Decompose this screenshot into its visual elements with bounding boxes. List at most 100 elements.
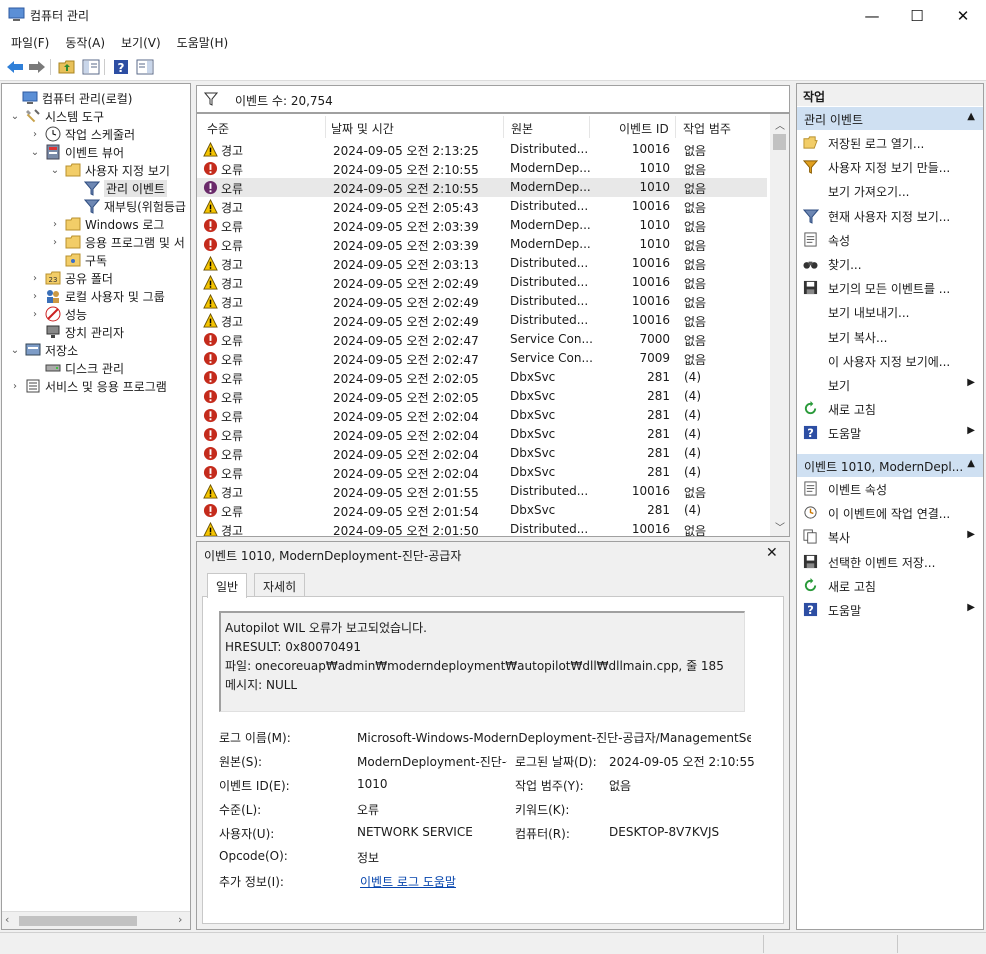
menu-help[interactable]: 도움말(H) [169,31,237,53]
event-row[interactable]: 오류 2024-09-05 오전 2:02:05 DbxSvc (4) 281 [197,387,767,406]
list-vertical-scrollbar[interactable]: ︿ ﹀ [770,114,789,536]
scrollbar-thumb[interactable] [19,916,137,926]
column-separator[interactable] [503,116,504,138]
scroll-up-icon[interactable]: ︿ [775,117,785,132]
column-header-task-category[interactable]: 작업 범주 [683,120,731,137]
collapse-icon[interactable]: ▲ [967,458,975,469]
event-row[interactable]: 경고 2024-09-05 오전 2:05:43 Distributed... 없음 1… [197,197,767,216]
action-item[interactable]: ? 도움말 ▶ [797,422,983,444]
event-row[interactable]: 경고 2024-09-05 오전 2:01:50 Distributed... 없음 1… [197,520,767,536]
tree-item[interactable]: ⌄ 저장소 [9,341,78,359]
maximize-button[interactable]: ☐ [894,0,940,31]
source-value[interactable]: ModernDeployment-진단-공 [357,753,507,770]
actions-section-event[interactable]: 이벤트 1010, ModernDepl... ▲ [797,454,983,477]
tree-item[interactable]: › 23 공유 폴더 [29,269,113,287]
logged-value[interactable]: 2024-09-05 오전 2:10:55 [609,753,755,770]
action-item[interactable]: 보기 ▶ [797,374,983,396]
back-icon[interactable] [5,57,25,77]
task-category-value[interactable]: 없음 [609,777,631,794]
tab-general[interactable]: 일반 [207,573,248,598]
event-row[interactable]: 경고 2024-09-05 오전 2:02:49 Distributed... 없음 1… [197,292,767,311]
level-value[interactable]: 오류 [357,801,379,818]
up-folder-icon[interactable] [57,57,77,77]
event-row[interactable]: 경고 2024-09-05 오전 2:03:13 Distributed... 없음 1… [197,254,767,273]
action-item[interactable]: 보기 내보내기... [797,301,983,323]
log-name-value[interactable]: Microsoft-Windows-ModernDeployment-진단-공급… [357,729,751,746]
forward-icon[interactable] [27,57,47,77]
action-item[interactable]: 사용자 지정 보기 만들... [797,156,983,178]
tab-details[interactable]: 자세히 [254,573,306,597]
show-hide-tree-icon[interactable] [81,57,101,77]
user-value[interactable]: NETWORK SERVICE [357,825,473,839]
action-item[interactable]: 보기의 모든 이벤트를 ... [797,277,983,299]
tree-item[interactable]: 구독 [49,251,107,269]
action-item[interactable]: 보기 가져오기... [797,180,983,202]
expand-chevron-icon[interactable]: › [9,381,21,392]
expand-chevron-icon[interactable]: › [49,219,61,230]
tree-item[interactable]: ⌄ 시스템 도구 [9,107,104,125]
minimize-button[interactable]: — [849,0,895,31]
column-header-event-id[interactable]: 이벤트 ID [619,120,669,137]
event-row[interactable]: 오류 2024-09-05 오전 2:10:55 ModernDep... 없음 101… [197,178,767,197]
tree-item[interactable]: 관리 이벤트 [68,179,168,197]
action-item[interactable]: 복사 ▶ [797,526,983,548]
show-hide-action-pane-icon[interactable] [135,57,155,77]
action-item[interactable]: 이 이벤트에 작업 연결... [797,502,983,524]
collapse-chevron-icon[interactable]: ⌄ [49,165,61,176]
tree-item[interactable]: 디스크 관리 [29,359,124,377]
expand-chevron-icon[interactable]: › [29,129,41,140]
collapse-chevron-icon[interactable]: ⌄ [9,111,21,122]
tree-item[interactable]: › 로컬 사용자 및 그룹 [29,287,165,305]
event-row[interactable]: 오류 2024-09-05 오전 2:02:47 Service Con... 없음 7… [197,330,767,349]
tree-item[interactable]: ⌄ 사용자 지정 보기 [49,161,170,179]
tree-item[interactable]: 장치 관리자 [29,323,124,341]
scroll-left-icon[interactable]: ‹ [5,913,9,926]
event-row[interactable]: 오류 2024-09-05 오전 2:01:54 DbxSvc (4) 281 [197,501,767,520]
navigation-tree[interactable]: 컴퓨터 관리(로컬) ⌄ 시스템 도구 › 작업 스케줄러 ⌄ 이벤트 뷰어 ⌄ 사용자 지정 … [1,83,191,930]
menu-view[interactable]: 보기(V) [113,31,169,53]
collapse-chevron-icon[interactable]: ⌄ [29,147,41,158]
event-row[interactable]: 오류 2024-09-05 오전 2:03:39 ModernDep... 없음 101… [197,216,767,235]
event-log-help-link[interactable]: 이벤트 로그 도움말 [360,873,456,890]
menu-file[interactable]: 파일(F) [0,31,57,53]
event-row[interactable]: 경고 2024-09-05 오전 2:01:55 Distributed... 없음 1… [197,482,767,501]
event-description[interactable]: Autopilot WIL 오류가 보고되었습니다. HRESULT: 0x80… [219,611,745,712]
tree-item[interactable]: › 작업 스케줄러 [29,125,135,143]
event-row[interactable]: 경고 2024-09-05 오전 2:02:49 Distributed... 없음 1… [197,273,767,292]
tree-item[interactable]: › Windows 로그 [49,215,164,233]
column-separator[interactable] [675,116,676,138]
column-header-source[interactable]: 원본 [511,120,533,137]
event-row[interactable]: 오류 2024-09-05 오전 2:02:05 DbxSvc (4) 281 [197,368,767,387]
menu-action[interactable]: 동작(A) [57,31,113,53]
opcode-value[interactable]: 정보 [357,849,379,866]
action-item[interactable]: 찾기... [797,253,983,275]
tree-item[interactable]: 재부팅(위험등급 [68,197,186,215]
action-item[interactable]: 새로 고침 [797,398,983,420]
event-row[interactable]: 오류 2024-09-05 오전 2:10:55 ModernDep... 없음 101… [197,159,767,178]
scroll-right-icon[interactable]: › [178,913,182,926]
expand-chevron-icon[interactable]: › [49,237,61,248]
expand-chevron-icon[interactable]: › [29,309,41,320]
event-row[interactable]: 오류 2024-09-05 오전 2:02:04 DbxSvc (4) 281 [197,406,767,425]
action-item[interactable]: 속성 [797,229,983,251]
tree-item[interactable]: › 응용 프로그램 및 서 [49,233,185,251]
scroll-down-icon[interactable]: ﹀ [775,519,785,534]
action-item[interactable]: 보기 복사... [797,326,983,348]
close-button[interactable]: ✕ [940,0,986,31]
action-item[interactable]: ? 도움말 ▶ [797,599,983,621]
event-row[interactable]: 오류 2024-09-05 오전 2:03:39 ModernDep... 없음 101… [197,235,767,254]
tree-horizontal-scrollbar[interactable]: ‹ › [2,911,190,929]
action-item[interactable]: 저장된 로그 열기... [797,132,983,154]
collapse-icon[interactable]: ▲ [967,111,975,122]
event-row[interactable]: 경고 2024-09-05 오전 2:02:49 Distributed... 없음 1… [197,311,767,330]
tree-item[interactable]: ⌄ 이벤트 뷰어 [29,143,124,161]
column-separator[interactable] [325,116,326,138]
help-icon[interactable]: ? [111,57,131,77]
action-item[interactable]: 현재 사용자 지정 보기... [797,205,983,227]
computer-value[interactable]: DESKTOP-8V7KVJS [609,825,719,839]
collapse-chevron-icon[interactable]: ⌄ [9,345,21,356]
action-item[interactable]: 이벤트 속성 [797,478,983,500]
event-row[interactable]: 오류 2024-09-05 오전 2:02:04 DbxSvc (4) 281 [197,463,767,482]
action-item[interactable]: 선택한 이벤트 저장... [797,551,983,573]
tree-item[interactable]: › 성능 [29,305,87,323]
